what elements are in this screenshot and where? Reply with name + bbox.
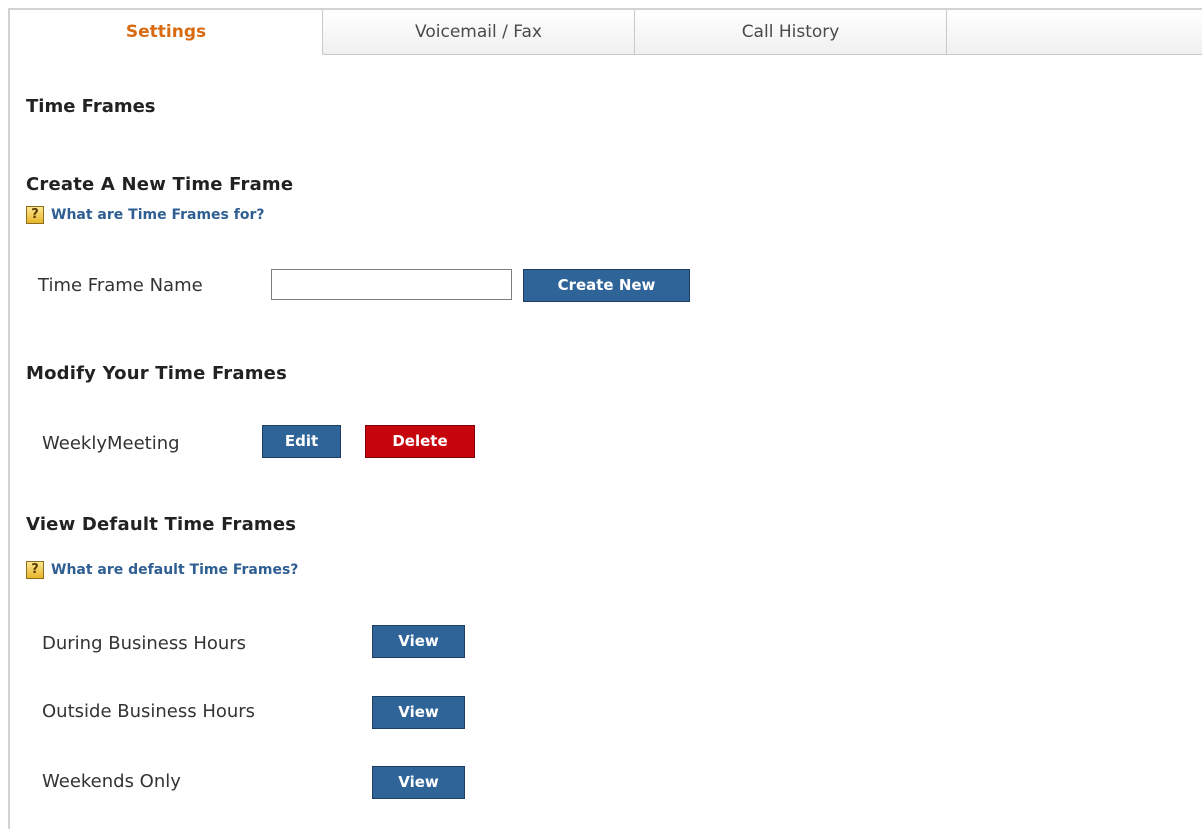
settings-content: Time Frames Create A New Time Frame ? Wh…	[10, 56, 1200, 829]
default-time-frame-during-business-hours: During Business Hours	[42, 633, 247, 654]
default-time-frames-help: ? What are default Time Frames?	[26, 559, 298, 581]
tab-voicemail-fax[interactable]: Voicemail / Fax	[323, 10, 635, 55]
default-time-frame-outside-business-hours: Outside Business Hours	[42, 701, 256, 722]
tab-settings[interactable]: Settings	[10, 10, 323, 55]
view-during-business-hours-button[interactable]: View	[372, 625, 465, 658]
default-time-frame-weekends-only: Weekends Only	[42, 771, 181, 792]
page-title: Time Frames	[26, 96, 156, 117]
help-question-icon[interactable]: ?	[26, 561, 44, 579]
tab-bar: Settings Voicemail / Fax Call History	[10, 10, 1202, 56]
tab-call-history[interactable]: Call History	[635, 10, 947, 55]
time-frames-help: ? What are Time Frames for?	[26, 204, 265, 226]
tab-bar-spacer	[947, 10, 1202, 55]
time-frame-name-label: Time Frame Name	[38, 275, 203, 296]
modify-time-frames-heading: Modify Your Time Frames	[26, 363, 287, 384]
app-frame: Settings Voicemail / Fax Call History Ti…	[8, 8, 1202, 829]
time-frame-name-input[interactable]	[271, 269, 512, 300]
create-new-button[interactable]: Create New	[523, 269, 690, 302]
create-time-frame-heading: Create A New Time Frame	[26, 174, 294, 195]
view-weekends-only-button[interactable]: View	[372, 766, 465, 799]
what-are-time-frames-link[interactable]: What are Time Frames for?	[51, 207, 265, 223]
delete-weeklymeeting-button[interactable]: Delete	[365, 425, 475, 458]
edit-weeklymeeting-button[interactable]: Edit	[262, 425, 341, 458]
time-frame-name-weeklymeeting: WeeklyMeeting	[42, 433, 180, 454]
view-default-time-frames-heading: View Default Time Frames	[26, 514, 297, 535]
what-are-default-time-frames-link[interactable]: What are default Time Frames?	[51, 562, 298, 578]
help-question-icon[interactable]: ?	[26, 206, 44, 224]
view-outside-business-hours-button[interactable]: View	[372, 696, 465, 729]
